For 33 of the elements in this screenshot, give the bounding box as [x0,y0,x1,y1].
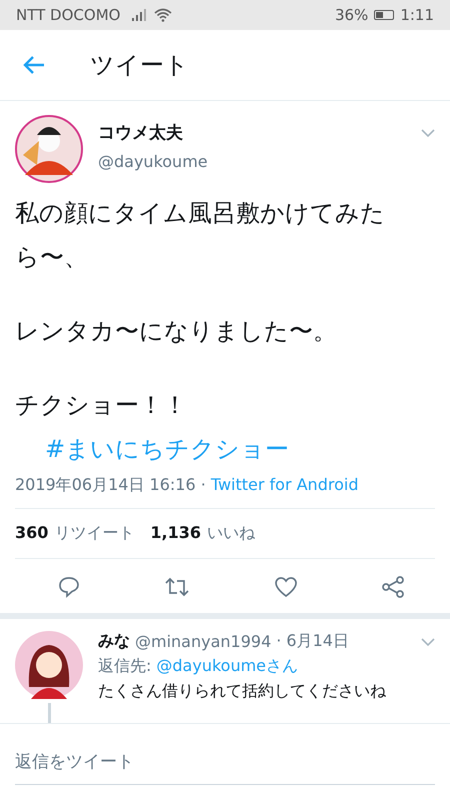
back-icon[interactable] [22,55,46,75]
avatar[interactable] [15,115,83,183]
share-icon[interactable] [380,575,405,599]
hashtag-link[interactable]: #まいにちチクショー [45,435,290,463]
reply-text: たくさん借りられて括約してくださいね [98,681,387,702]
retweet-icon[interactable] [164,575,190,599]
mention-link[interactable]: @dayukoumeさん [156,656,298,677]
user-name: みな [98,631,130,652]
user-handle: @minanyan1994 [135,632,272,651]
page-title: ツイート [90,50,189,81]
stat-label: リツイート [54,523,134,544]
clock-time: 1:11 [400,6,434,24]
stat-label: いいね [207,523,256,544]
avatar[interactable] [15,631,83,699]
carrier-name: NTT DOCOMO [16,6,120,24]
signal-icon [132,9,148,21]
source-link[interactable]: Twitter for Android [210,475,358,496]
battery-icon [374,10,394,20]
user-handle: @dayukoume [98,152,209,171]
stat-count: 1,136 [150,523,202,544]
wifi-icon [154,8,172,22]
stat-count: 360 [15,523,48,544]
thread-line [48,703,50,723]
user-name: コウメ太夫 [98,122,184,144]
reply-date: · 6月14日 [276,631,349,652]
tweet-text: チクショー！！ #まいにちチクショー [15,390,290,465]
battery-percent: 36% [334,6,368,24]
reply-to-label: 返信先: [98,656,152,677]
heart-icon[interactable] [274,575,298,599]
tweet-text: レンタカ〜になりました〜。 [15,316,338,347]
tweet-text: 私の顔にタイム風呂敷かけてみたら〜、 [15,198,386,273]
tweet-timestamp: 2019年06月14日 16:16 · [15,475,206,496]
reply-icon[interactable] [57,575,81,599]
